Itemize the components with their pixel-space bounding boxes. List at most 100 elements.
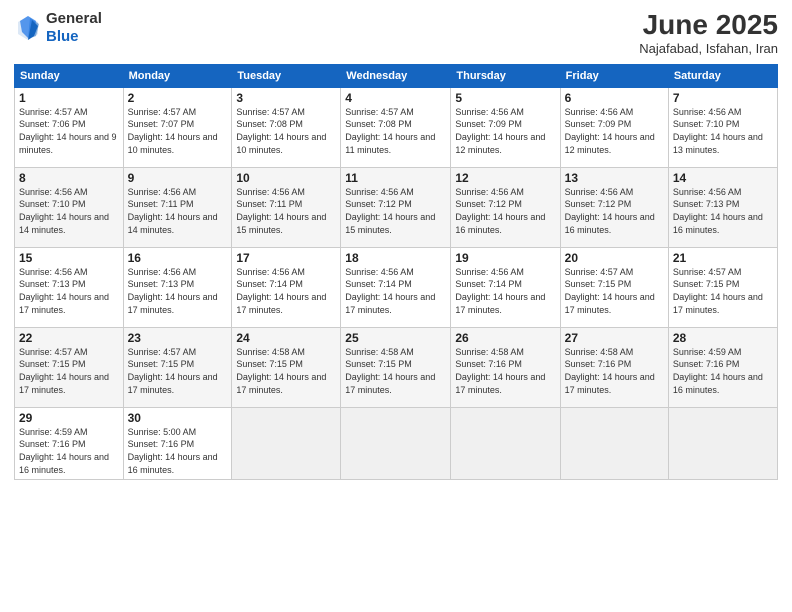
calendar-cell <box>341 407 451 479</box>
calendar-cell: 17 Sunrise: 4:56 AM Sunset: 7:14 PM Dayl… <box>232 247 341 327</box>
calendar-cell: 27 Sunrise: 4:58 AM Sunset: 7:16 PM Dayl… <box>560 327 668 407</box>
day-info: Sunrise: 4:56 AM Sunset: 7:10 PM Dayligh… <box>19 186 119 236</box>
calendar-cell: 10 Sunrise: 4:56 AM Sunset: 7:11 PM Dayl… <box>232 167 341 247</box>
day-number: 10 <box>236 171 336 185</box>
day-number: 25 <box>345 331 446 345</box>
calendar-cell <box>451 407 560 479</box>
logo-icon <box>14 14 42 42</box>
day-number: 18 <box>345 251 446 265</box>
day-info: Sunrise: 4:58 AM Sunset: 7:15 PM Dayligh… <box>236 346 336 396</box>
day-number: 17 <box>236 251 336 265</box>
calendar-cell: 8 Sunrise: 4:56 AM Sunset: 7:10 PM Dayli… <box>15 167 124 247</box>
day-info: Sunrise: 4:56 AM Sunset: 7:14 PM Dayligh… <box>345 266 446 316</box>
day-number: 28 <box>673 331 773 345</box>
calendar-cell: 26 Sunrise: 4:58 AM Sunset: 7:16 PM Dayl… <box>451 327 560 407</box>
title-block: June 2025 Najafabad, Isfahan, Iran <box>639 10 778 56</box>
weekday-header: Wednesday <box>341 64 451 87</box>
calendar-cell: 4 Sunrise: 4:57 AM Sunset: 7:08 PM Dayli… <box>341 87 451 167</box>
calendar-cell: 12 Sunrise: 4:56 AM Sunset: 7:12 PM Dayl… <box>451 167 560 247</box>
day-info: Sunrise: 4:59 AM Sunset: 7:16 PM Dayligh… <box>673 346 773 396</box>
calendar-week-row: 22 Sunrise: 4:57 AM Sunset: 7:15 PM Dayl… <box>15 327 778 407</box>
day-number: 16 <box>128 251 228 265</box>
weekday-header: Friday <box>560 64 668 87</box>
calendar-cell: 19 Sunrise: 4:56 AM Sunset: 7:14 PM Dayl… <box>451 247 560 327</box>
day-info: Sunrise: 4:58 AM Sunset: 7:15 PM Dayligh… <box>345 346 446 396</box>
day-info: Sunrise: 4:57 AM Sunset: 7:15 PM Dayligh… <box>673 266 773 316</box>
day-info: Sunrise: 4:56 AM Sunset: 7:12 PM Dayligh… <box>565 186 664 236</box>
calendar-cell: 14 Sunrise: 4:56 AM Sunset: 7:13 PM Dayl… <box>668 167 777 247</box>
logo-text: General Blue <box>46 10 102 46</box>
calendar-cell: 13 Sunrise: 4:56 AM Sunset: 7:12 PM Dayl… <box>560 167 668 247</box>
day-info: Sunrise: 4:56 AM Sunset: 7:12 PM Dayligh… <box>455 186 555 236</box>
header: General Blue June 2025 Najafabad, Isfaha… <box>14 10 778 56</box>
day-info: Sunrise: 4:56 AM Sunset: 7:11 PM Dayligh… <box>236 186 336 236</box>
calendar-cell: 24 Sunrise: 4:58 AM Sunset: 7:15 PM Dayl… <box>232 327 341 407</box>
calendar-week-row: 8 Sunrise: 4:56 AM Sunset: 7:10 PM Dayli… <box>15 167 778 247</box>
day-info: Sunrise: 4:58 AM Sunset: 7:16 PM Dayligh… <box>565 346 664 396</box>
day-number: 1 <box>19 91 119 105</box>
day-number: 24 <box>236 331 336 345</box>
calendar-week-row: 1 Sunrise: 4:57 AM Sunset: 7:06 PM Dayli… <box>15 87 778 167</box>
calendar: SundayMondayTuesdayWednesdayThursdayFrid… <box>14 64 778 480</box>
day-info: Sunrise: 4:57 AM Sunset: 7:15 PM Dayligh… <box>565 266 664 316</box>
calendar-cell: 5 Sunrise: 4:56 AM Sunset: 7:09 PM Dayli… <box>451 87 560 167</box>
day-info: Sunrise: 4:57 AM Sunset: 7:07 PM Dayligh… <box>128 106 228 156</box>
calendar-cell: 3 Sunrise: 4:57 AM Sunset: 7:08 PM Dayli… <box>232 87 341 167</box>
weekday-header: Thursday <box>451 64 560 87</box>
day-number: 13 <box>565 171 664 185</box>
day-info: Sunrise: 4:56 AM Sunset: 7:14 PM Dayligh… <box>236 266 336 316</box>
calendar-cell <box>668 407 777 479</box>
day-info: Sunrise: 4:57 AM Sunset: 7:15 PM Dayligh… <box>128 346 228 396</box>
calendar-cell: 28 Sunrise: 4:59 AM Sunset: 7:16 PM Dayl… <box>668 327 777 407</box>
day-number: 4 <box>345 91 446 105</box>
day-info: Sunrise: 4:59 AM Sunset: 7:16 PM Dayligh… <box>19 426 119 476</box>
day-info: Sunrise: 5:00 AM Sunset: 7:16 PM Dayligh… <box>128 426 228 476</box>
location-subtitle: Najafabad, Isfahan, Iran <box>639 41 778 56</box>
day-info: Sunrise: 4:56 AM Sunset: 7:13 PM Dayligh… <box>673 186 773 236</box>
day-number: 27 <box>565 331 664 345</box>
day-number: 8 <box>19 171 119 185</box>
day-info: Sunrise: 4:58 AM Sunset: 7:16 PM Dayligh… <box>455 346 555 396</box>
day-info: Sunrise: 4:56 AM Sunset: 7:13 PM Dayligh… <box>128 266 228 316</box>
calendar-cell: 23 Sunrise: 4:57 AM Sunset: 7:15 PM Dayl… <box>123 327 232 407</box>
day-number: 2 <box>128 91 228 105</box>
day-number: 15 <box>19 251 119 265</box>
logo: General Blue <box>14 10 102 46</box>
day-info: Sunrise: 4:57 AM Sunset: 7:08 PM Dayligh… <box>345 106 446 156</box>
day-number: 7 <box>673 91 773 105</box>
calendar-cell: 30 Sunrise: 5:00 AM Sunset: 7:16 PM Dayl… <box>123 407 232 479</box>
day-number: 29 <box>19 411 119 425</box>
day-info: Sunrise: 4:56 AM Sunset: 7:10 PM Dayligh… <box>673 106 773 156</box>
calendar-cell: 6 Sunrise: 4:56 AM Sunset: 7:09 PM Dayli… <box>560 87 668 167</box>
calendar-cell <box>232 407 341 479</box>
calendar-cell: 21 Sunrise: 4:57 AM Sunset: 7:15 PM Dayl… <box>668 247 777 327</box>
day-number: 21 <box>673 251 773 265</box>
calendar-cell: 9 Sunrise: 4:56 AM Sunset: 7:11 PM Dayli… <box>123 167 232 247</box>
day-number: 19 <box>455 251 555 265</box>
day-info: Sunrise: 4:57 AM Sunset: 7:15 PM Dayligh… <box>19 346 119 396</box>
day-number: 3 <box>236 91 336 105</box>
day-number: 30 <box>128 411 228 425</box>
page: General Blue June 2025 Najafabad, Isfaha… <box>0 0 792 612</box>
weekday-header-row: SundayMondayTuesdayWednesdayThursdayFrid… <box>15 64 778 87</box>
day-info: Sunrise: 4:56 AM Sunset: 7:09 PM Dayligh… <box>565 106 664 156</box>
day-number: 12 <box>455 171 555 185</box>
calendar-week-row: 29 Sunrise: 4:59 AM Sunset: 7:16 PM Dayl… <box>15 407 778 479</box>
calendar-week-row: 15 Sunrise: 4:56 AM Sunset: 7:13 PM Dayl… <box>15 247 778 327</box>
day-info: Sunrise: 4:57 AM Sunset: 7:08 PM Dayligh… <box>236 106 336 156</box>
weekday-header: Saturday <box>668 64 777 87</box>
day-info: Sunrise: 4:56 AM Sunset: 7:14 PM Dayligh… <box>455 266 555 316</box>
day-number: 5 <box>455 91 555 105</box>
calendar-cell: 25 Sunrise: 4:58 AM Sunset: 7:15 PM Dayl… <box>341 327 451 407</box>
calendar-cell <box>560 407 668 479</box>
calendar-cell: 29 Sunrise: 4:59 AM Sunset: 7:16 PM Dayl… <box>15 407 124 479</box>
calendar-cell: 1 Sunrise: 4:57 AM Sunset: 7:06 PM Dayli… <box>15 87 124 167</box>
day-number: 11 <box>345 171 446 185</box>
month-title: June 2025 <box>639 10 778 41</box>
day-info: Sunrise: 4:56 AM Sunset: 7:13 PM Dayligh… <box>19 266 119 316</box>
day-number: 20 <box>565 251 664 265</box>
calendar-cell: 22 Sunrise: 4:57 AM Sunset: 7:15 PM Dayl… <box>15 327 124 407</box>
calendar-cell: 2 Sunrise: 4:57 AM Sunset: 7:07 PM Dayli… <box>123 87 232 167</box>
day-number: 23 <box>128 331 228 345</box>
weekday-header: Tuesday <box>232 64 341 87</box>
